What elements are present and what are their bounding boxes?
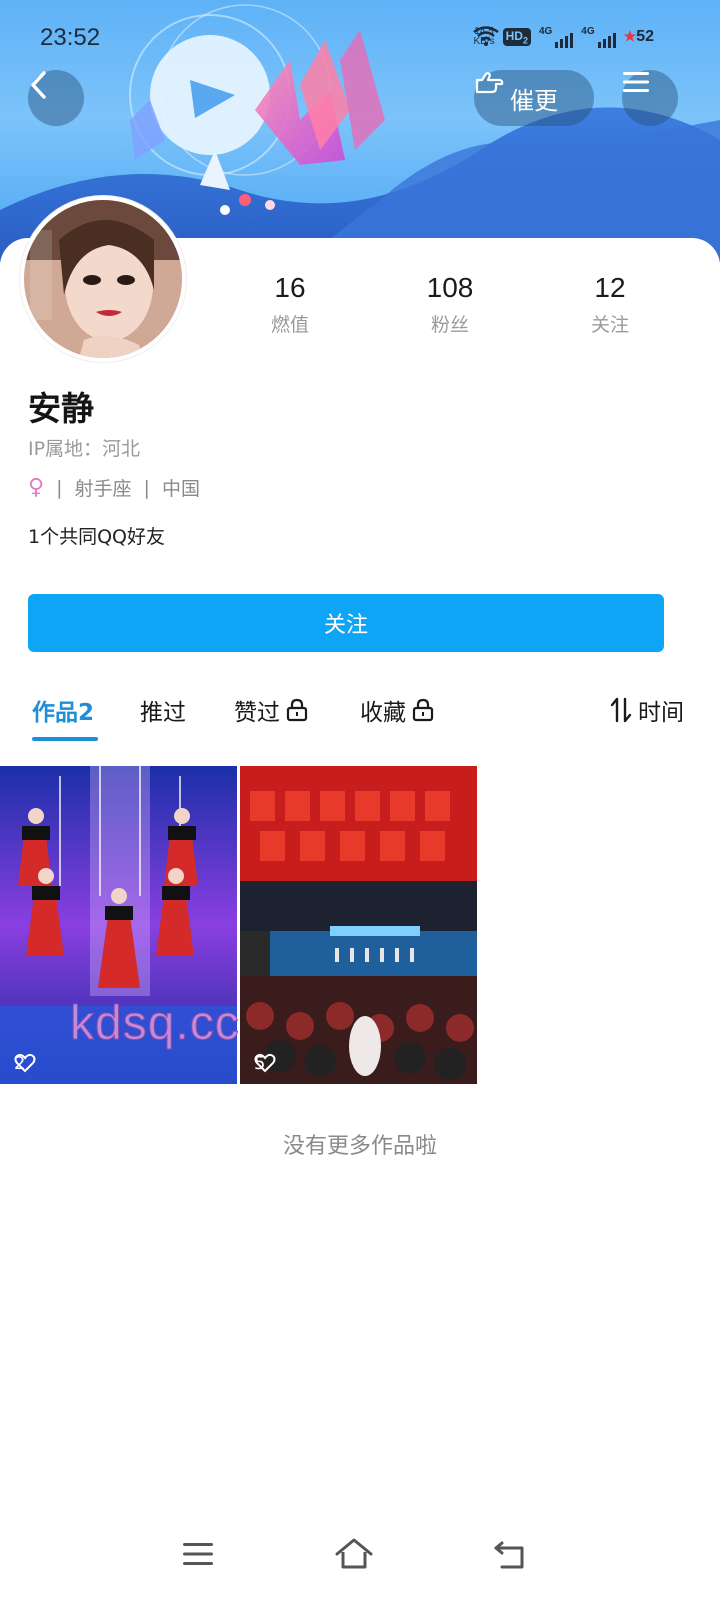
hand-pointing-icon	[475, 72, 504, 94]
hd-label: HD	[505, 28, 523, 43]
lock-icon	[412, 698, 434, 722]
zodiac-sign: 射手座	[74, 478, 132, 500]
signal-icon-1: 4G	[538, 26, 574, 48]
tab-favorites-label: 收藏	[360, 700, 406, 726]
status-bar: 23:52 14.5 KB/s HD2 4G 4G ★52	[0, 0, 720, 80]
stat-heat-value: 16	[274, 272, 306, 303]
sort-button[interactable]: 时间	[610, 690, 684, 730]
tab-liked[interactable]: 赞过	[234, 690, 308, 730]
battery-saver-icon: ★	[623, 28, 637, 44]
work-thumbnail[interactable]: 5	[240, 766, 477, 1084]
tab-works-label: 作品2	[32, 700, 95, 726]
tab-active-indicator	[32, 737, 98, 741]
stat-following-label: 关注	[590, 314, 629, 336]
ip-location: IP属地：河北	[28, 438, 141, 460]
battery-level: 52	[636, 28, 654, 45]
profile-meta: ♀ | 射手座 | 中国	[28, 474, 200, 501]
content-tabs: 作品2 推过 赞过 收藏 时间	[0, 690, 720, 746]
network-type-2: 4G	[581, 26, 595, 37]
home-icon[interactable]	[334, 1534, 374, 1574]
mutual-friends[interactable]: 1个共同QQ好友	[28, 522, 165, 549]
chevron-left-icon	[31, 71, 46, 99]
stat-following[interactable]: 12 关注	[530, 272, 690, 337]
profile-name: 安静	[28, 389, 94, 428]
profile-stats: 16 燃值 108 粉丝 12 关注	[210, 272, 690, 337]
watermark: kdsq.cc	[70, 997, 240, 1051]
stat-following-value: 12	[594, 272, 626, 303]
recent-apps-icon[interactable]	[178, 1534, 218, 1574]
back-nav-icon[interactable]	[490, 1534, 530, 1574]
heart-outline-icon	[254, 1053, 276, 1073]
stat-fans-label: 粉丝	[430, 314, 469, 336]
gender-female-icon: ♀	[28, 475, 45, 500]
stat-heat[interactable]: 16 燃值	[210, 272, 370, 337]
hd-sub: 2	[522, 35, 528, 46]
sort-arrows-icon	[610, 697, 632, 723]
follow-button[interactable]: 关注	[28, 594, 664, 652]
stat-heat-label: 燃值	[270, 314, 309, 336]
tab-works[interactable]: 作品2	[32, 690, 94, 730]
stat-fans-value: 108	[426, 272, 474, 303]
hd-icon: HD2	[502, 27, 531, 47]
menu-button[interactable]	[622, 70, 678, 126]
wifi-icon	[473, 26, 500, 46]
system-nav-bar	[0, 1524, 720, 1584]
status-time: 23:52	[40, 24, 101, 51]
work-likes: 5	[254, 1053, 276, 1074]
network-type-1: 4G	[538, 26, 553, 37]
back-button[interactable]	[28, 70, 84, 126]
heart-outline-icon	[14, 1053, 36, 1073]
country: 中国	[161, 478, 200, 500]
status-icons: 14.5 KB/s HD2 4G 4G ★52	[473, 26, 654, 48]
tab-recommended[interactable]: 推过	[140, 690, 186, 730]
tab-recommended-label: 推过	[140, 700, 186, 726]
hamburger-icon	[623, 72, 649, 92]
work-likes: 2	[14, 1053, 36, 1074]
tab-liked-label: 赞过	[234, 700, 280, 726]
battery-indicator: ★52	[624, 28, 654, 46]
avatar[interactable]	[20, 196, 186, 362]
meta-separator: |	[56, 476, 63, 499]
no-more-works: 没有更多作品啦	[282, 1134, 437, 1159]
tab-favorites[interactable]: 收藏	[360, 690, 434, 730]
theater-video-thumbnail	[240, 766, 477, 1084]
urge-button[interactable]: 催更	[474, 70, 594, 126]
sort-label: 时间	[638, 700, 684, 726]
avatar-image	[24, 200, 182, 358]
urge-label: 催更	[510, 86, 558, 115]
stat-fans[interactable]: 108 粉丝	[370, 272, 530, 337]
lock-icon	[286, 698, 308, 722]
meta-separator: |	[143, 476, 150, 499]
signal-icon-2: 4G	[581, 26, 616, 48]
